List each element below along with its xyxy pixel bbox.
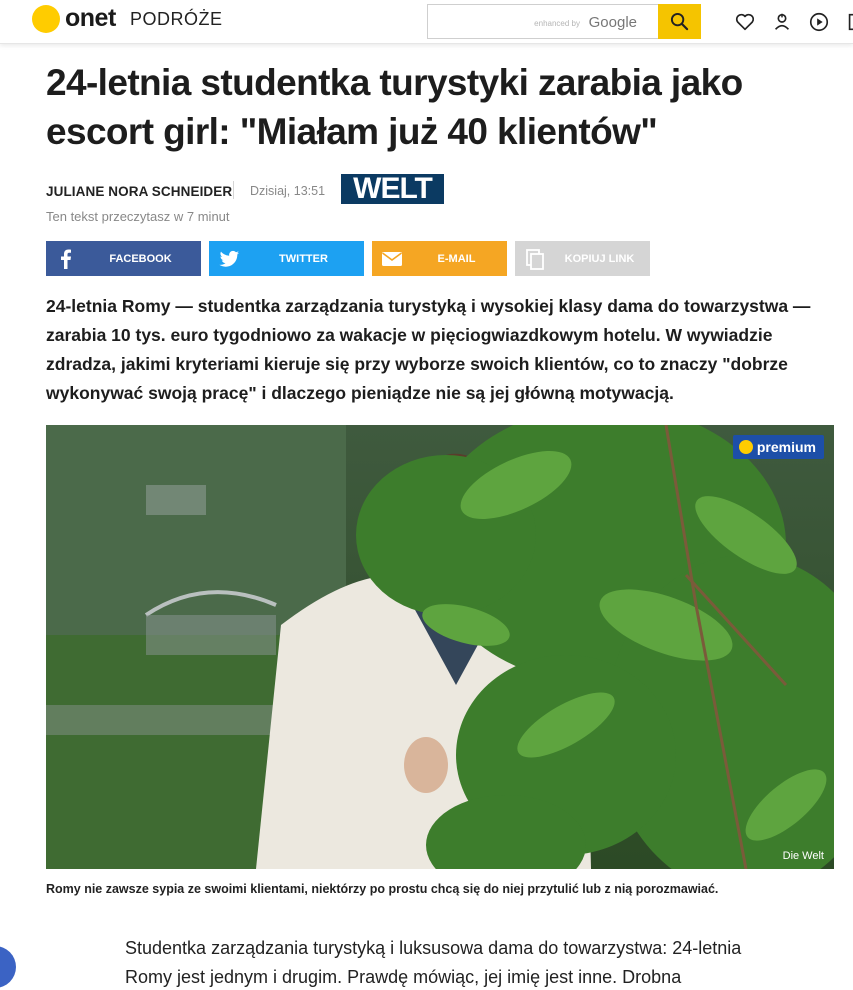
google-label: Google — [588, 14, 637, 31]
share-facebook-label: FACEBOOK — [109, 253, 172, 265]
bookmark-icon[interactable] — [845, 11, 853, 33]
premium-label: premium — [756, 439, 816, 455]
share-twitter-button[interactable]: TWITTER — [209, 241, 364, 276]
copy-link-label: KOPIUJ LINK — [564, 253, 635, 265]
search-button[interactable] — [658, 4, 701, 39]
article-lead: 24-letnia Romy — studentka zarządzania t… — [46, 296, 811, 403]
search-icon — [670, 12, 689, 31]
article-body: Studentka zarządzania turystyką i luksus… — [125, 938, 742, 987]
publish-date: Dzisiaj, 13:51 — [250, 184, 326, 198]
article-headline: 24-letnia studentka turystyki zarabia ja… — [46, 62, 743, 152]
search-input[interactable]: enhanced by Google — [427, 4, 659, 39]
meta-divider — [233, 181, 234, 199]
onet-logo-dot[interactable] — [32, 5, 60, 33]
onet-logo[interactable]: onet — [65, 4, 116, 33]
image-credit: Die Welt — [782, 850, 824, 862]
share-twitter-label: TWITTER — [279, 253, 328, 265]
premium-dot-icon — [738, 440, 753, 454]
floating-action-button[interactable] — [0, 946, 16, 988]
section-name[interactable]: PODRÓŻE — [130, 9, 223, 30]
read-time: Ten tekst przeczytasz w 7 minut — [46, 209, 230, 224]
share-email-label: E-MAIL — [437, 253, 476, 265]
image-caption: Romy nie zawsze sypia ze swoimi klientam… — [46, 882, 719, 896]
heart-icon[interactable] — [734, 11, 756, 33]
photo-illustration — [46, 425, 834, 869]
share-facebook-button[interactable]: FACEBOOK — [46, 241, 201, 276]
author-name[interactable]: JULIANE NORA SCHNEIDER — [46, 184, 232, 199]
enhanced-by-label: enhanced by — [534, 19, 580, 28]
share-email-button[interactable]: E-MAIL — [372, 241, 507, 276]
welt-logo[interactable]: WELT — [341, 174, 444, 204]
top-bar: onet PODRÓŻE enhanced by Google — [0, 0, 853, 44]
upload-icon[interactable] — [771, 11, 793, 33]
premium-badge: premium — [732, 435, 824, 459]
article-image[interactable]: premium Die Welt — [46, 425, 834, 869]
play-icon[interactable] — [808, 11, 830, 33]
copy-link-button[interactable]: KOPIUJ LINK — [515, 241, 650, 276]
